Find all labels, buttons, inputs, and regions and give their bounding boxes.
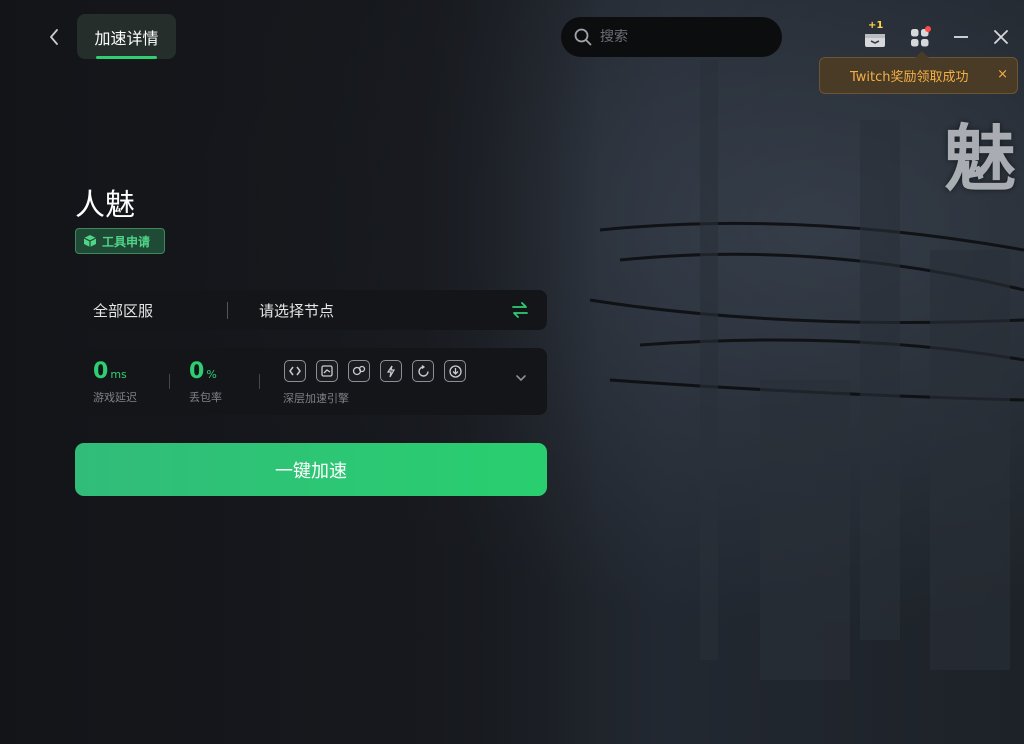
tool-apply-label: 工具申请 <box>102 234 151 249</box>
latency-value: 0 ms <box>93 359 127 384</box>
minimize-button[interactable] <box>951 26 971 48</box>
tab-active-indicator <box>96 56 157 59</box>
toolbox-icon <box>83 235 97 247</box>
refresh-icon[interactable] <box>412 360 434 382</box>
stat-divider <box>169 374 170 389</box>
gift-button[interactable]: +1 <box>862 20 888 51</box>
link-icon[interactable] <box>284 360 306 382</box>
close-window-button[interactable] <box>990 26 1012 48</box>
chevron-left-icon <box>50 29 58 45</box>
gift-box-icon <box>865 34 885 47</box>
search-bar[interactable] <box>561 17 782 57</box>
engine-label: 深层加速引擎 <box>283 392 349 405</box>
node-selector[interactable]: 全部区服 请选择节点 <box>75 290 547 330</box>
packet-loss-value: 0% <box>189 359 217 384</box>
tool-apply-button[interactable]: 工具申请 <box>75 228 165 254</box>
game-title: 人魅 <box>75 188 135 223</box>
toast-pointer <box>915 51 929 58</box>
node-divider <box>227 302 228 319</box>
reward-toast: Twitch奖励领取成功 × <box>819 51 1018 94</box>
network-icon[interactable] <box>348 360 370 382</box>
toast-close-button[interactable]: × <box>997 67 1008 82</box>
packet-loss-unit: % <box>206 368 217 381</box>
window-edge <box>0 0 14 744</box>
route-icon[interactable] <box>316 360 338 382</box>
one-click-boost-button[interactable]: 一键加速 <box>75 443 547 496</box>
apps-button[interactable] <box>907 25 933 51</box>
search-icon <box>574 28 592 46</box>
tab-label: 加速详情 <box>94 28 159 48</box>
gift-count-badge: +1 <box>868 20 884 31</box>
search-input[interactable] <box>600 29 770 45</box>
back-button[interactable] <box>44 26 64 48</box>
close-icon <box>994 30 1008 44</box>
stats-panel: 0 ms 游戏延迟 0% 丢包率 深层加速引擎 <box>75 348 547 415</box>
toast-message: Twitch奖励领取成功 <box>850 70 969 85</box>
game-artwork-title: 魅 <box>943 116 1016 201</box>
region-select[interactable]: 全部区服 <box>93 300 153 321</box>
node-select[interactable]: 请选择节点 <box>259 300 334 321</box>
notification-dot <box>925 26 931 32</box>
chevron-down-icon[interactable] <box>515 374 527 382</box>
download-icon[interactable] <box>444 360 466 382</box>
stat-divider <box>259 374 260 389</box>
minimize-icon <box>954 36 968 38</box>
switch-arrows-icon[interactable] <box>511 301 529 319</box>
latency-label: 游戏延迟 <box>93 391 137 404</box>
tab-boost-details[interactable]: 加速详情 <box>77 14 176 59</box>
latency-unit: ms <box>110 368 127 381</box>
packet-loss-label: 丢包率 <box>189 391 222 404</box>
engine-icon-row <box>284 360 466 382</box>
bolt-icon[interactable] <box>380 360 402 382</box>
